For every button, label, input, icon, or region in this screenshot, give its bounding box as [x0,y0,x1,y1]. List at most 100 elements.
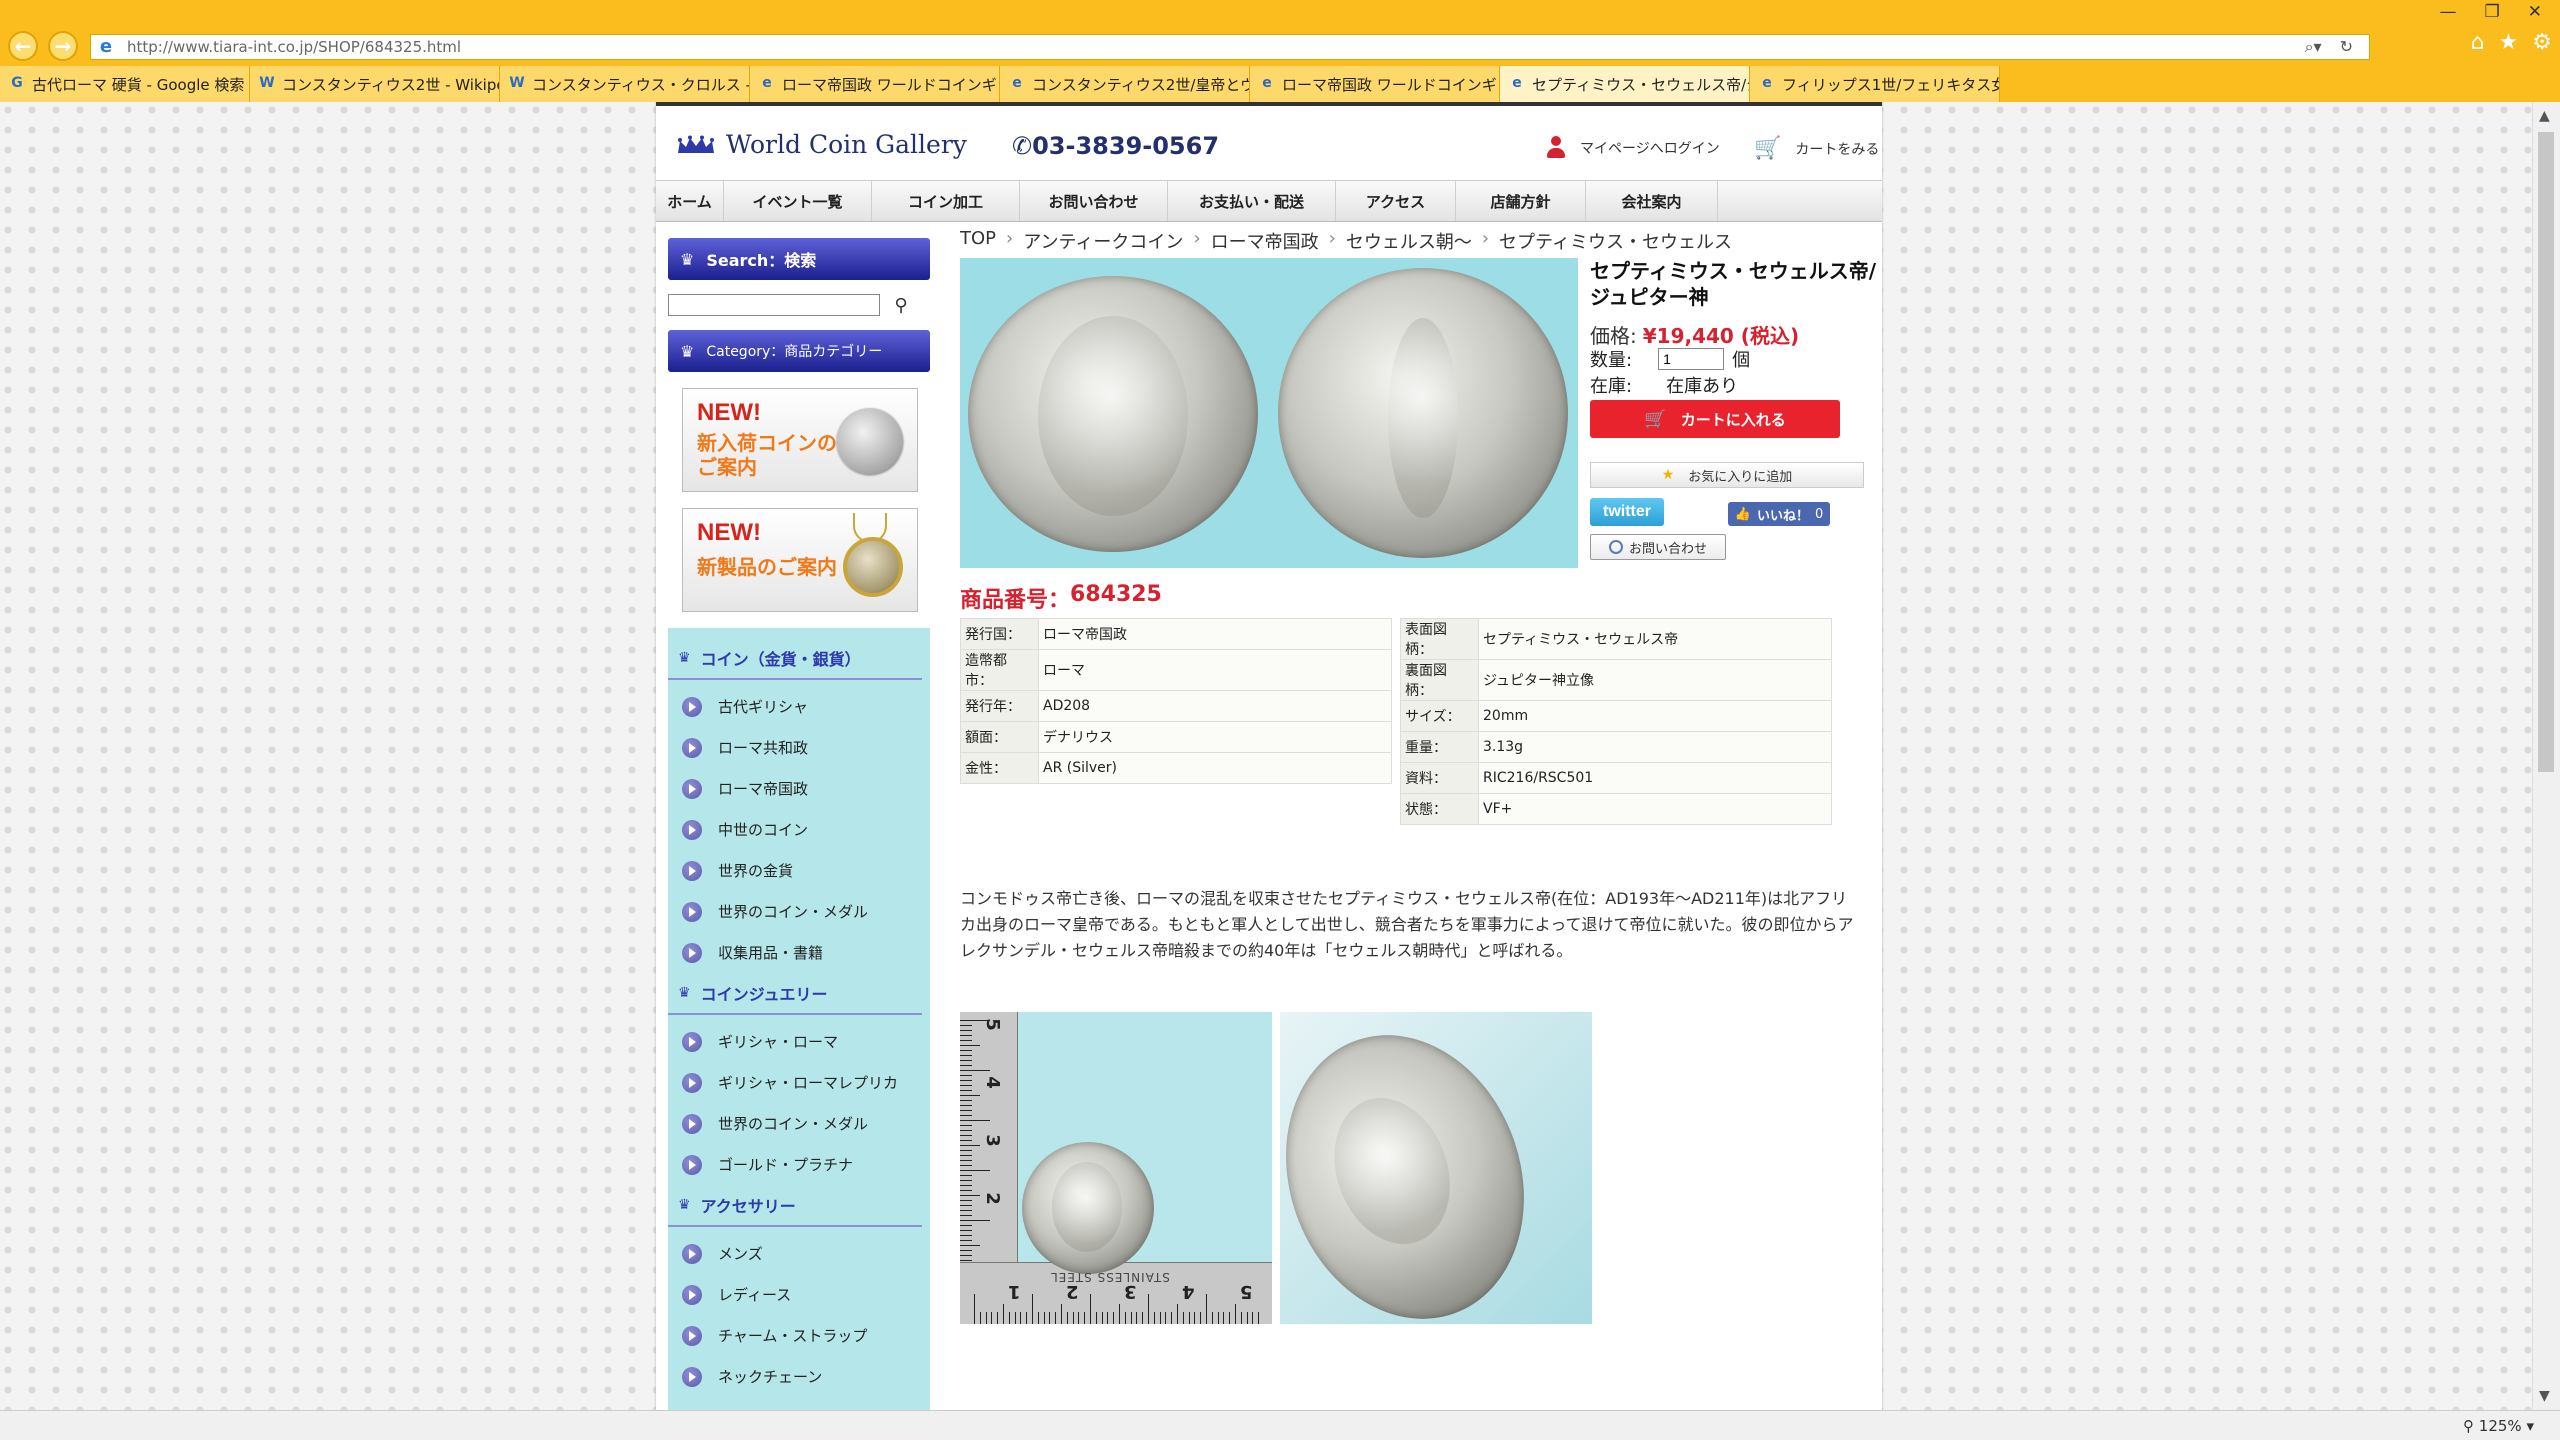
search-icon[interactable]: ⚲ [890,295,912,316]
browser-tab[interactable]: W コンスタンティウス・クロルス - Wiki... [500,66,750,102]
category-link-label: 収集用品・書籍 [718,944,824,962]
ruler-tick [1084,1312,1086,1324]
nav-item[interactable]: コイン加工 [872,181,1020,221]
restore-icon[interactable]: ❐ [2485,2,2500,22]
ruler-tick [1066,1312,1068,1324]
scroll-thumb[interactable] [2538,132,2554,772]
coin-angled-photo[interactable] [1280,1012,1592,1324]
add-to-cart-button[interactable]: 🛒 カートに入れる [1590,400,1840,438]
ruler-tick [960,1085,972,1086]
category-heading[interactable]: ♛ コイン（金貨・銀貨） [668,638,922,680]
add-favorite-button[interactable]: ★ お気に入りに追加 [1590,462,1864,488]
view-cart-link[interactable]: 🛒 カートをみる [1754,136,1879,161]
ruler-tick [1148,1294,1149,1324]
ruler-tick [1130,1312,1132,1324]
home-icon[interactable]: ⌂ [2471,30,2485,55]
browser-tab[interactable]: eセプティミウス・セウェルス帝/ジ...✕ [1500,66,1750,102]
close-icon[interactable]: ✕ [2528,2,2542,22]
back-button[interactable]: ← [8,31,38,61]
ruler-number: 2 [1066,1281,1079,1302]
ruler-tick [1159,1312,1161,1324]
category-link-label: メンズ [718,1245,763,1263]
quantity-input[interactable] [1658,348,1725,370]
site-logo[interactable]: World Coin Gallery [676,130,967,159]
breadcrumb-link[interactable]: アンティークコイン [1023,228,1183,254]
breadcrumb-link[interactable]: ローマ帝国政 [1211,228,1319,254]
product-main-photo[interactable] [960,258,1578,568]
category-link[interactable]: ローマ共和政 [668,727,930,768]
ruler-tick [1188,1312,1190,1324]
refresh-icon[interactable]: ↻ [2340,37,2353,57]
nav-item[interactable]: アクセス [1336,181,1456,221]
ruler-tick [1217,1312,1219,1324]
address-bar[interactable]: e http://www.tiara-int.co.jp/SHOP/684325… [90,34,2370,60]
category-link[interactable]: 世界の金貨 [668,850,930,891]
ruler-tick [1061,1304,1062,1324]
breadcrumb-separator-icon: › [1328,228,1336,249]
search-title: ♛ Search：検索 [668,238,930,280]
ie-page-icon: e [1512,75,1522,91]
minimize-icon[interactable]: — [2440,2,2457,22]
ie-page-icon: e [762,75,772,91]
nav-item[interactable]: イベント一覧 [724,181,872,221]
category-link-label: ギリシャ・ローマ [718,1033,839,1051]
category-heading[interactable]: ♛ アクセサリー [668,1185,922,1227]
settings-gear-icon[interactable]: ⚙ [2532,30,2552,55]
browser-tab[interactable]: G 古代ローマ 硬貨 - Google 検索 [0,66,250,102]
nav-item[interactable]: お問い合わせ [1020,181,1168,221]
category-link[interactable]: 古代ギリシャ [668,686,930,727]
browser-tab[interactable]: W コンスタンティウス2世 - Wikipedia [250,66,500,102]
breadcrumb-link[interactable]: セウェルス朝〜 [1346,228,1472,254]
category-link[interactable]: 収集用品・書籍 [668,932,930,973]
category-link[interactable]: ギリシャ・ローマレプリカ [668,1062,930,1103]
category-link[interactable]: 中世のコイン [668,809,930,850]
category-link[interactable]: ゴールド・プラチナ [668,1144,930,1185]
category-heading[interactable]: ♛ コインジュエリー [668,973,922,1015]
category-link[interactable]: レディース [668,1274,930,1315]
category-link[interactable]: チャーム・ストラップ [668,1315,930,1356]
nav-item[interactable]: 会社案内 [1586,181,1718,221]
coin-with-ruler-photo[interactable]: 5 4 3 2 1 2 3 4 5 STAINLESS STEEL [960,1012,1272,1324]
star-icon: ★ [1661,467,1675,483]
nav-item[interactable]: ホーム [656,181,724,221]
browser-tab[interactable]: e ローマ帝国政 ワールドコインギャラ... [750,66,1000,102]
browser-tab[interactable]: e フィリップス1世/フェリキタス女神 [1750,66,2000,102]
search-icon[interactable]: ⌕▾ [2305,37,2322,57]
scroll-up-icon[interactable]: ▲ [2539,108,2550,124]
category-link[interactable]: メンズ [668,1233,930,1274]
facebook-like-button[interactable]: 👍 いいね！ 0 [1728,502,1830,526]
nav-item[interactable]: お支払い・配送 [1168,181,1336,221]
favorites-star-icon[interactable]: ★ [2499,30,2519,55]
twitter-button[interactable]: twitter [1590,498,1664,526]
login-link[interactable]: マイページへログイン [1546,136,1720,160]
ruler-tick [960,1165,972,1166]
arrow-bullet-icon [682,1031,702,1052]
category-link[interactable]: ローマ帝国政 [668,768,930,809]
scroll-down-icon[interactable]: ▼ [2539,1388,2550,1404]
status-bar: ⚲ 125% ▾ [0,1410,2560,1440]
category-link[interactable]: ネックチェーン [668,1356,930,1397]
spec-value: セプティミウス・セウェルス帝 [1478,618,1832,660]
category-link[interactable]: ギリシャ・ローマ [668,1021,930,1062]
forward-button[interactable]: → [48,31,78,61]
zoom-level[interactable]: ⚲ 125% ▾ [2463,1417,2534,1435]
ruler-tick [960,1180,972,1181]
category-link[interactable]: 世界のコイン・メダル [668,1103,930,1144]
breadcrumb-link[interactable]: セプティミウス・セウェルス [1499,228,1732,254]
contact-button[interactable]: お問い合わせ [1590,534,1726,560]
new-coins-banner[interactable]: NEW! 新入荷コインのご案内 [682,388,918,492]
breadcrumb-link[interactable]: TOP [960,228,996,254]
ruler-tick [960,1250,972,1251]
browser-tab[interactable]: e コンスタンティウス2世/皇帝とヴィク... [1000,66,1250,102]
browser-tab[interactable]: e ローマ帝国政 ワールドコインギャラ... [1250,66,1500,102]
new-products-banner[interactable]: NEW! 新製品のご案内 [682,508,918,612]
spec-value: ローマ [1038,649,1392,691]
vertical-scrollbar[interactable]: ▲ ▼ [2532,102,2560,1410]
crown-logo-icon [678,135,714,153]
category-link[interactable]: 世界のコイン・メダル [668,891,930,932]
ruler-tick [960,1215,972,1216]
product-number-label: 商品番号： [960,588,1071,613]
search-input[interactable] [668,294,880,316]
url-text[interactable]: http://www.tiara-int.co.jp/SHOP/684325.h… [127,38,461,56]
nav-item[interactable]: 店舗方針 [1456,181,1586,221]
